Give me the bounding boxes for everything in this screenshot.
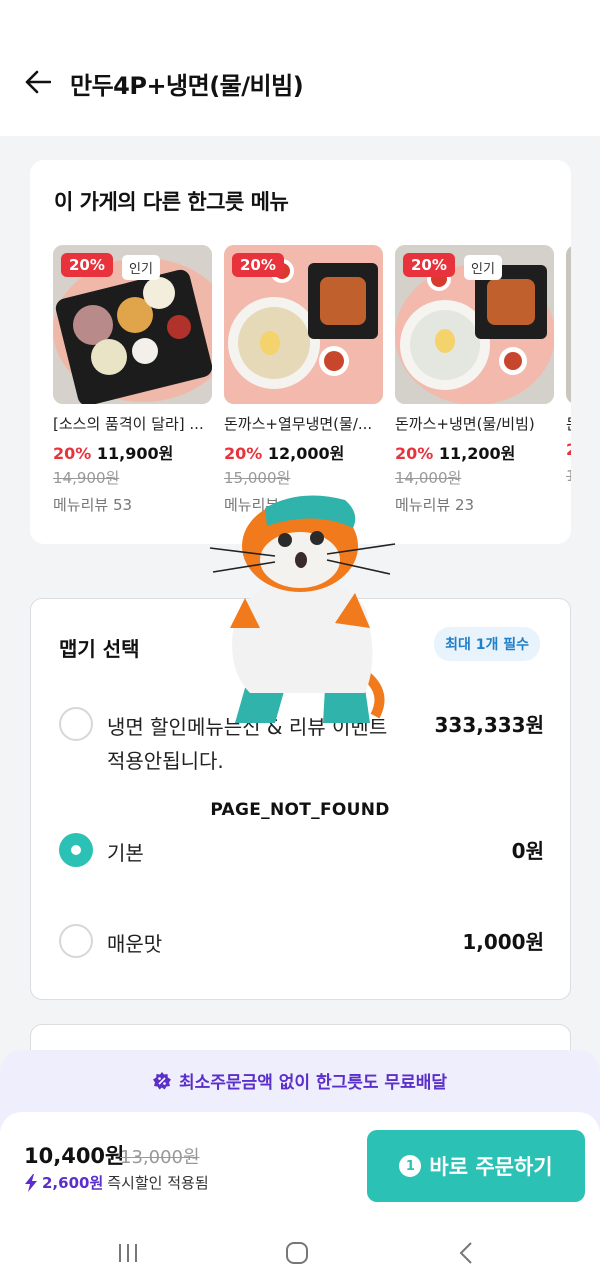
- chevron-left-icon: [459, 1242, 472, 1264]
- radio-button[interactable]: [59, 707, 93, 741]
- menu-item-price: 11,900원: [96, 444, 174, 463]
- home-button[interactable]: [277, 1236, 317, 1270]
- lightning-icon: [25, 1173, 37, 1192]
- arrow-left-icon: [25, 70, 51, 94]
- menu-item-original-price: 15,000원: [224, 469, 291, 487]
- menu-item-price-row: 2: [566, 440, 571, 459]
- menu-item-discount: 20%: [53, 444, 92, 463]
- discount-badge-icon: [153, 1071, 171, 1089]
- menu-carousel[interactable]: 20% 인기 [소스의 품격이 달라] ... 20% 11,900원 14,9…: [53, 245, 571, 525]
- menu-item-original-price: 14,900원: [53, 469, 120, 487]
- menu-item-name: 돈까스+열무냉면(물/...: [224, 415, 373, 433]
- menu-thumbnail[interactable]: 20%: [224, 245, 383, 404]
- option-label: 기본: [107, 841, 144, 865]
- radio-button[interactable]: [59, 924, 93, 958]
- menu-thumbnail[interactable]: [566, 245, 571, 404]
- promo-text: 최소주문금액 없이 한그릇도 무료배달: [179, 1073, 447, 1093]
- option-price: 0원: [511, 839, 544, 863]
- required-badge: 최대 1개 필수: [434, 627, 540, 661]
- back-nav-button[interactable]: [446, 1236, 486, 1270]
- error-text: PAGE_NOT_FOUND: [210, 800, 390, 820]
- menu-item-name: [소스의 품격이 달라] ...: [53, 415, 204, 433]
- menu-item-name: 돈까스+냉면(물/비빔): [395, 415, 535, 433]
- app-header: 만두4P+냉면(물/비빔): [0, 0, 600, 136]
- original-price: 13,000원: [120, 1147, 200, 1168]
- menu-item-discount: 2: [566, 440, 571, 459]
- menu-item-name: 돈: [566, 413, 571, 434]
- menu-item-original-price: 1: [566, 467, 571, 485]
- order-now-label: 바로 주문하기: [429, 1155, 553, 1179]
- menu-thumbnail[interactable]: 20% 인기: [395, 245, 554, 404]
- instant-discount-text: 즉시할인 적용됨: [107, 1174, 209, 1192]
- instant-discount-amount: 2,600원: [42, 1174, 104, 1192]
- order-now-button[interactable]: 1 바로 주문하기: [367, 1130, 585, 1202]
- menu-item-price-row: 20% 11,200원: [395, 440, 515, 464]
- menu-item-discount: 20%: [224, 444, 263, 463]
- menu-item-price: 12,000원: [267, 444, 345, 463]
- menu-item-price-row: 20% 11,900원: [53, 440, 173, 464]
- popular-badge: 인기: [122, 255, 160, 280]
- back-button[interactable]: [22, 66, 54, 98]
- final-price: 10,400원: [24, 1144, 125, 1168]
- promo-content: 최소주문금액 없이 한그릇도 무료배달: [0, 1068, 600, 1093]
- menu-thumbnail[interactable]: 20% 인기: [53, 245, 212, 404]
- menu-item-price-row: 20% 12,000원: [224, 440, 344, 464]
- menu-item-original-price: 14,000원: [395, 469, 462, 487]
- radio-button[interactable]: [59, 833, 93, 867]
- recent-apps-button[interactable]: [108, 1236, 148, 1270]
- instant-discount: 2,600원 즉시할인 적용됨: [24, 1172, 209, 1193]
- discount-badge: 20%: [61, 253, 113, 277]
- home-icon: [286, 1242, 308, 1264]
- page-title: 만두4P+냉면(물/비빔): [70, 72, 304, 100]
- menu-item-discount: 20%: [395, 444, 434, 463]
- spice-option-title: 맵기 선택: [59, 637, 140, 661]
- popular-badge: 인기: [464, 255, 502, 280]
- other-menu-card: 이 가게의 다른 한그릇 메뉴 20% 인기 [소스의 품격이 달라] ... …: [30, 160, 571, 544]
- discount-badge: 20%: [403, 253, 455, 277]
- menu-item-review: 메뉴리뷰 53: [53, 496, 133, 514]
- order-count-badge: 1: [399, 1155, 422, 1177]
- other-menu-title: 이 가게의 다른 한그릇 메뉴: [54, 190, 289, 214]
- menu-item-price: 11,200원: [438, 444, 516, 463]
- system-navigation-bar: [0, 1222, 600, 1282]
- recent-apps-icon: [119, 1244, 137, 1262]
- discount-badge: 20%: [232, 253, 284, 277]
- cat-mascot-image: [209, 495, 396, 723]
- option-label: 매운맛: [107, 932, 163, 956]
- menu-item-review: 메뉴리뷰 23: [395, 496, 475, 514]
- option-price: 333,333원: [434, 713, 545, 737]
- option-price: 1,000원: [462, 930, 544, 954]
